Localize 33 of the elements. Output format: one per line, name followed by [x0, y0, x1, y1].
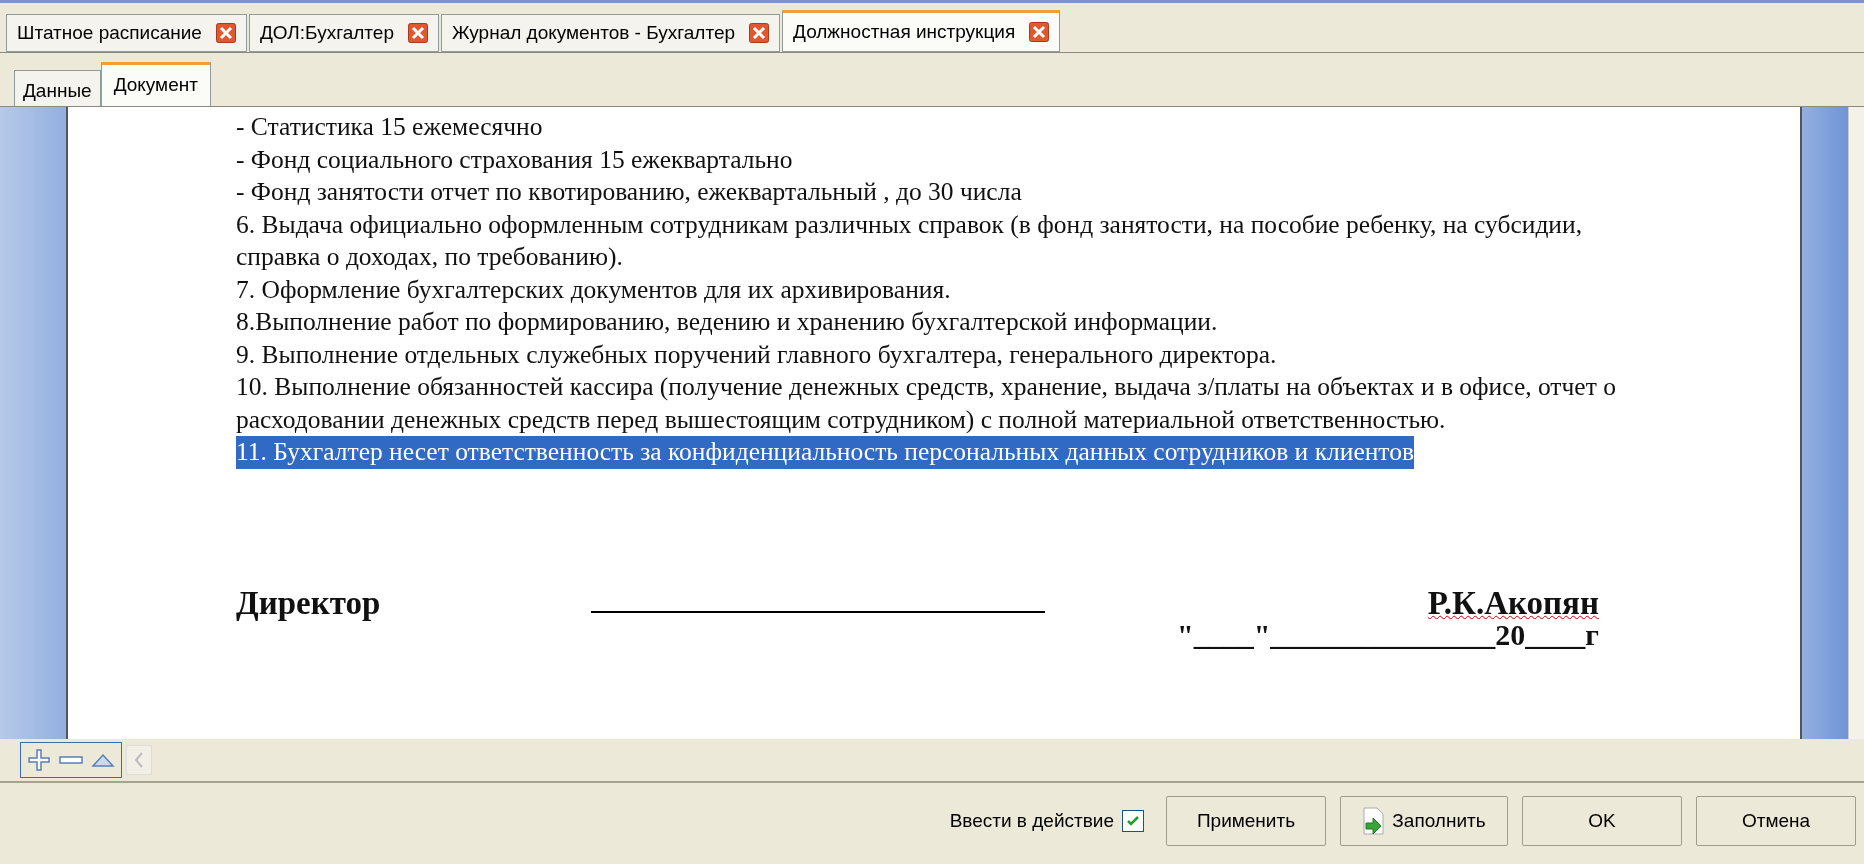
- checkbox[interactable]: [1122, 810, 1144, 832]
- subtab[interactable]: Документ: [100, 62, 211, 106]
- signer-name: Р.К.Акопян: [1427, 586, 1599, 619]
- tab[interactable]: ДОЛ:Бухгалтер: [248, 14, 439, 52]
- document-paragraph: 11. Бухгалтер несет ответственность за конфиденциальность персональных данных сотрудников и клиентов: [236, 436, 1414, 469]
- close-icon[interactable]: [215, 23, 236, 43]
- action-button[interactable]: Заполнить: [1340, 796, 1508, 846]
- document-paragraph: 7. Оформление бухгалтерских документов для их архивирования.: [236, 273, 952, 306]
- action-button[interactable]: Отмена: [1696, 796, 1856, 846]
- document-paragraph: 6. Выдача официально оформленным сотрудникам различных справок (в фонд занятости, на пособие ребенку, на субсидии, справка о доходах, по требованию).: [236, 208, 1584, 273]
- tab[interactable]: Должностная инструкция: [782, 10, 1061, 52]
- zoom-out-icon[interactable]: [59, 755, 83, 765]
- signature-title: Директор: [236, 586, 382, 619]
- document-paragraph: 8.Выполнение работ по формированию, ведению и хранению бухгалтерской информации.: [236, 306, 1219, 338]
- subtab[interactable]: Данные: [14, 70, 101, 106]
- action-button[interactable]: Применить: [1166, 796, 1326, 846]
- document-paragraph: - Статистика 15 ежемесячно: [236, 111, 544, 143]
- triangle-icon[interactable]: [91, 752, 115, 768]
- document-arrow-icon: [1362, 807, 1387, 835]
- document-paragraph: 10. Выполнение обязанностей кассира (получение денежных средств, хранение, выдача з/платы на объектах и в офисе, отчет о расходовании денежных средств перед вышестоящим сотрудником) с полной материальной ответственностью.: [236, 371, 1617, 436]
- tab[interactable]: Журнал документов - Бухгалтер: [440, 14, 781, 52]
- document-paragraph: - Фонд социального страхования 15 ежеквартально: [236, 143, 794, 176]
- close-icon[interactable]: [1029, 22, 1050, 42]
- tab[interactable]: Штатное расписание: [6, 14, 247, 52]
- document-paragraph: 9. Выполнение отдельных служебных поручений главного бухгалтера, генерального директора.: [236, 338, 1278, 371]
- scrollbar[interactable]: [1848, 107, 1864, 739]
- signature-date: "____"_______________20____г: [1177, 619, 1599, 652]
- close-icon[interactable]: [407, 23, 428, 43]
- document-paragraph: - Фонд занятости отчет по квотированию, ежеквартальный , до 30 числа: [236, 176, 1023, 208]
- close-icon[interactable]: [749, 23, 770, 43]
- action-button[interactable]: OK: [1522, 796, 1682, 846]
- zoom-in-icon[interactable]: [27, 748, 51, 772]
- checkbox-label: Ввести в действие: [949, 808, 1114, 833]
